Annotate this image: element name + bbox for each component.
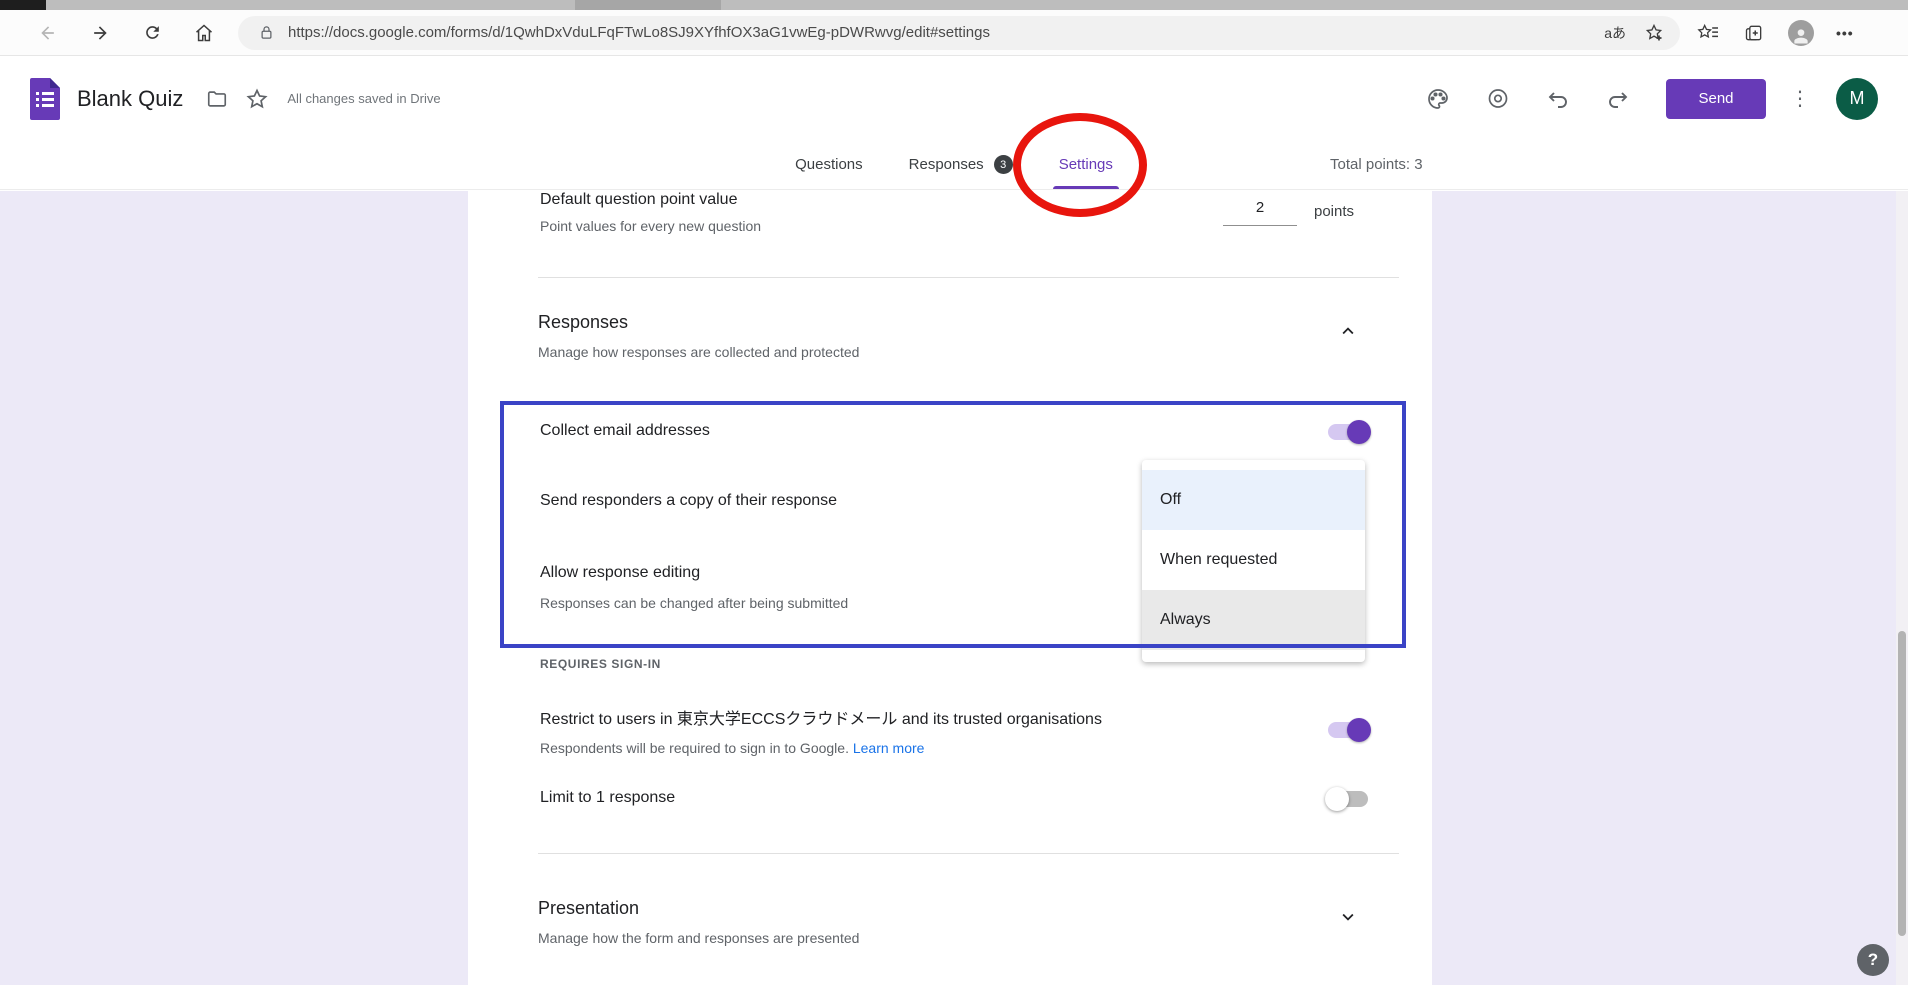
default-points-input[interactable] [1223, 199, 1297, 226]
dropdown-option-off[interactable]: Off [1142, 470, 1365, 530]
collect-email-label: Collect email addresses [540, 422, 710, 440]
limit-one-label: Limit to 1 response [540, 789, 675, 807]
send-copy-label: Send responders a copy of their response [540, 492, 837, 510]
favorites-icon[interactable] [1696, 21, 1720, 45]
section-divider [538, 853, 1399, 854]
active-tab-underline [1053, 186, 1119, 189]
collections-icon[interactable] [1742, 21, 1766, 45]
star-icon[interactable] [245, 87, 269, 111]
chevron-up-icon[interactable] [1336, 319, 1360, 343]
default-points-title: Default question point value [540, 191, 737, 209]
allow-editing-description: Responses can be changed after being sub… [540, 595, 848, 611]
back-icon[interactable] [36, 21, 60, 45]
responses-count-badge: 3 [994, 155, 1013, 174]
tab-responses[interactable]: Responses 3 [909, 140, 1013, 189]
section-divider [538, 277, 1399, 278]
forms-header: Blank Quiz All changes saved in Drive Se… [0, 57, 1908, 140]
help-button[interactable]: ? [1857, 944, 1889, 976]
restrict-domain-description: Respondents will be required to sign in … [540, 740, 924, 756]
translate-icon[interactable]: aあ [1604, 23, 1626, 43]
restrict-domain-label: Restrict to users in 東京大学ECCSクラウドメール and… [540, 705, 1102, 729]
send-button[interactable]: Send [1666, 79, 1766, 119]
browser-action-icons: ••• [1696, 20, 1854, 46]
toggle-thumb [1325, 787, 1349, 811]
forms-logo-icon[interactable] [30, 78, 60, 120]
undo-icon[interactable] [1546, 87, 1570, 111]
account-avatar[interactable]: M [1836, 78, 1878, 120]
theme-palette-icon[interactable] [1426, 87, 1450, 111]
move-folder-icon[interactable] [205, 87, 229, 111]
url-text[interactable]: https://docs.google.com/forms/d/1QwhDxVd… [288, 24, 1604, 41]
chevron-down-icon[interactable] [1336, 905, 1360, 929]
refresh-icon[interactable] [140, 21, 164, 45]
more-options-icon[interactable]: ⋮ [1790, 86, 1810, 111]
browser-menu-icon[interactable]: ••• [1836, 25, 1854, 41]
screen: https://docs.google.com/forms/d/1QwhDxVd… [0, 0, 1908, 985]
browser-tab-strip [0, 0, 1908, 10]
requires-signin-header: REQUIRES SIGN-IN [540, 657, 661, 671]
home-icon[interactable] [192, 21, 216, 45]
total-points-label: Total points: 3 [1330, 140, 1423, 189]
browser-profile-avatar[interactable] [1788, 20, 1814, 46]
limit-one-toggle[interactable] [1328, 791, 1368, 807]
points-unit-label: points [1314, 203, 1354, 220]
presentation-section-description: Manage how the form and responses are pr… [538, 930, 859, 946]
send-copy-dropdown-menu: Off When requested Always [1142, 460, 1365, 662]
settings-page-background: Default question point value Point value… [0, 191, 1908, 985]
responses-section-description: Manage how responses are collected and p… [538, 344, 859, 360]
tab-settings[interactable]: Settings [1059, 140, 1113, 189]
restrict-domain-toggle[interactable] [1328, 722, 1368, 738]
form-title[interactable]: Blank Quiz [77, 86, 183, 112]
allow-editing-label: Allow response editing [540, 564, 700, 582]
address-bar[interactable]: https://docs.google.com/forms/d/1QwhDxVd… [238, 16, 1680, 50]
browser-active-tab[interactable] [575, 0, 721, 10]
save-status: All changes saved in Drive [287, 91, 440, 106]
lock-icon[interactable] [254, 21, 278, 45]
redo-icon[interactable] [1606, 87, 1630, 111]
forward-icon[interactable] [88, 21, 112, 45]
scrollbar-thumb[interactable] [1898, 631, 1906, 936]
scrollbar-track[interactable] [1896, 191, 1908, 985]
toggle-thumb [1347, 718, 1371, 742]
default-points-description: Point values for every new question [540, 218, 761, 234]
forms-header-actions: Send ⋮ M [1426, 78, 1908, 120]
learn-more-link[interactable]: Learn more [853, 740, 925, 756]
browser-toolbar: https://docs.google.com/forms/d/1QwhDxVd… [0, 10, 1908, 56]
dropdown-option-always[interactable]: Always [1142, 590, 1365, 650]
presentation-section-title: Presentation [538, 898, 639, 919]
browser-collapsed-tab[interactable] [0, 0, 46, 10]
preview-eye-icon[interactable] [1486, 87, 1510, 111]
toggle-thumb [1347, 420, 1371, 444]
tab-questions[interactable]: Questions [795, 140, 863, 189]
dropdown-option-when-requested[interactable]: When requested [1142, 530, 1365, 590]
add-favorite-icon[interactable] [1642, 21, 1666, 45]
forms-tab-bar: Questions Responses 3 Settings Total poi… [0, 140, 1908, 190]
collect-email-toggle[interactable] [1328, 424, 1368, 440]
responses-section-title: Responses [538, 312, 628, 333]
